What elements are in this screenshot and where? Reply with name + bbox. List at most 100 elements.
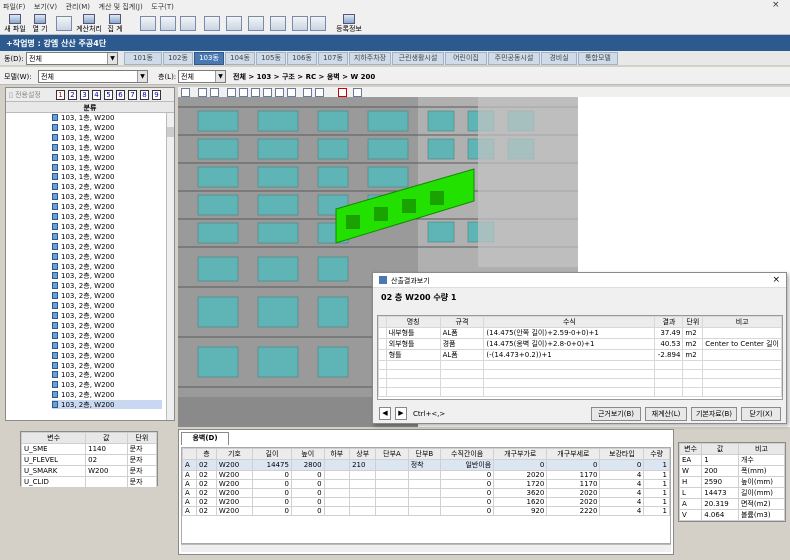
horizontal-scrollbar[interactable] — [181, 544, 671, 552]
table-row[interactable]: W 200 폭(mm) — [678, 465, 786, 477]
tree-item[interactable]: 103, 2층, W200 — [52, 390, 114, 400]
tab-wall[interactable]: 옹벽(D) — [181, 432, 229, 445]
table-row[interactable]: A 02 W200 14475 2800 210 정착 일반이음 0 0 0 1 — [182, 459, 670, 471]
view-icon-8[interactable] — [275, 88, 284, 97]
model-select[interactable]: 전체 ▼ — [38, 70, 148, 83]
table-row[interactable]: A 02 W200 0 0 0 920 2220 4 1 — [182, 506, 670, 516]
evidence-button[interactable]: 근거보기(B) — [591, 407, 641, 421]
filter-setting-button[interactable]: ▯ 전용설정 — [9, 90, 41, 100]
floor-select[interactable]: 전체 ▼ — [178, 70, 226, 83]
tab-building-4[interactable]: 105동 — [256, 52, 286, 65]
tab-building-6[interactable]: 107동 — [318, 52, 348, 65]
table-row[interactable]: U_SMARK W200 문자 — [20, 465, 158, 477]
open-button[interactable]: 열 기 — [30, 14, 50, 34]
view-icon-4[interactable] — [227, 88, 236, 97]
menu-view[interactable]: 보기(V) — [31, 0, 60, 14]
toolbar-icon-5[interactable] — [204, 16, 220, 31]
table-row[interactable]: 외부형틀 경품 (14.475(옹벽 길이)+2.8-0+0)+1 40.53 m2 Ce… — [378, 338, 782, 350]
filter-number-5[interactable]: 5 — [104, 90, 113, 100]
toolbar-icon-2[interactable] — [140, 16, 156, 31]
menu-file[interactable]: 파일(F) — [0, 0, 28, 14]
view-icon-9[interactable] — [287, 88, 296, 97]
tree-item[interactable]: 103, 1층, W200 — [52, 113, 114, 123]
view-icon-11[interactable] — [315, 88, 324, 97]
tree-scrollbar[interactable] — [166, 113, 174, 420]
tree-item[interactable]: 103, 2층, W200 — [52, 351, 114, 361]
table-row[interactable]: A 02 W200 0 0 0 1620 2020 4 1 — [182, 497, 670, 507]
cloud-icon[interactable] — [353, 88, 362, 97]
filter-number-8[interactable]: 8 — [140, 90, 149, 100]
close-button[interactable]: 닫기(X) — [741, 407, 781, 421]
tree-item[interactable]: 103, 2층, W200 — [52, 361, 114, 371]
menu-manage[interactable]: 관리(M) — [63, 0, 93, 14]
tree-item[interactable]: 103, 2층, W200 — [52, 192, 114, 202]
toolbar-icon-9[interactable] — [292, 16, 308, 31]
view-icon-10[interactable] — [303, 88, 312, 97]
tree-item[interactable]: 103, 2층, W200 — [52, 341, 114, 351]
tab-building-9[interactable]: 어린이집 — [445, 52, 487, 65]
tree-item[interactable]: 103, 1층, W200 — [52, 163, 114, 173]
tree-item[interactable]: 103, 2층, W200 — [52, 252, 114, 262]
table-row[interactable]: A 02 W200 0 0 0 1720 1170 4 1 — [182, 479, 670, 489]
table-row[interactable]: A 20.319 면적(m2) — [678, 498, 786, 510]
recalc-button[interactable]: 재계산(L) — [645, 407, 687, 421]
tree-item[interactable]: 103, 2층, W200 — [52, 212, 114, 222]
view-icon-7[interactable] — [263, 88, 272, 97]
next-icon[interactable]: ▶ — [395, 407, 407, 420]
table-row[interactable]: U_CLID 문자 — [20, 476, 158, 488]
total-button[interactable]: 집 계 — [104, 14, 126, 34]
table-row[interactable]: V 4.064 볼륨(m3) — [678, 509, 786, 521]
calc-button[interactable]: 계산처리 — [74, 14, 104, 34]
view-icon-2[interactable] — [198, 88, 207, 97]
tree-item[interactable]: 103, 2층, W200 — [52, 291, 114, 301]
tree-item[interactable]: 103, 2층, W200 — [52, 321, 114, 331]
filter-number-2[interactable]: 2 — [68, 90, 77, 100]
filter-number-7[interactable]: 7 — [128, 90, 137, 100]
table-row[interactable]: A 02 W200 0 0 0 3620 2020 4 1 — [182, 488, 670, 498]
tree-item[interactable]: 103, 1층, W200 — [52, 143, 114, 153]
toolbar-icon-10[interactable] — [310, 16, 326, 31]
tab-building-1[interactable]: 102동 — [163, 52, 193, 65]
table-row[interactable]: H 2590 높이(mm) — [678, 476, 786, 488]
register-button[interactable]: 등록정보 — [334, 14, 364, 34]
close-icon[interactable]: × — [772, 0, 780, 10]
toolbar-icon-4[interactable] — [180, 16, 196, 31]
tree-item[interactable]: 103, 2층, W200 — [52, 301, 114, 311]
menu-tools[interactable]: 도구(T) — [148, 0, 177, 14]
tree-item[interactable]: 103, 2층, W200 — [52, 232, 114, 242]
filter-number-3[interactable]: 3 — [80, 90, 89, 100]
tree-item[interactable]: 103, 1층, W200 — [52, 133, 114, 143]
prev-icon[interactable]: ◀ — [379, 407, 391, 420]
tree-item[interactable]: 103, 2층, W200 — [52, 242, 114, 252]
tree-item[interactable]: 103, 2층, W200 — [52, 271, 114, 281]
table-row[interactable]: L 14473 길이(mm) — [678, 487, 786, 499]
table-row[interactable]: 형틀 AL폼 (-(14.473+0.2))+1 -2.894 m2 — [378, 349, 782, 361]
toolbar-icon-7[interactable] — [248, 16, 264, 31]
tree-item[interactable]: 103, 2층, W200 — [52, 262, 114, 272]
tree-item[interactable]: 103, 2층, W200 — [52, 400, 162, 409]
tree-item[interactable]: 103, 2층, W200 — [52, 222, 114, 232]
tree-item[interactable]: 103, 1층, W200 — [52, 153, 114, 163]
view-icon-6[interactable] — [251, 88, 260, 97]
tree-item[interactable]: 103, 1층, W200 — [52, 123, 114, 133]
tab-building-5[interactable]: 106동 — [287, 52, 317, 65]
table-row[interactable]: A 02 W200 0 0 0 2020 1170 4 1 — [182, 470, 670, 480]
table-row[interactable]: U_FLEVEL 02 문자 — [20, 454, 158, 466]
tab-building-3[interactable]: 104동 — [225, 52, 255, 65]
view-icon-5[interactable] — [239, 88, 248, 97]
tab-building-10[interactable]: 주민공동시설 — [488, 52, 540, 65]
tree-item[interactable]: 103, 2층, W200 — [52, 281, 114, 291]
tab-building-7[interactable]: 지하주차장 — [349, 52, 391, 65]
new-file-button[interactable]: 새 파일 — [2, 14, 28, 34]
filter-number-9[interactable]: 9 — [152, 90, 161, 100]
toolbar-icon-6[interactable] — [226, 16, 242, 31]
filter-number-1[interactable]: 1 — [56, 90, 65, 100]
toolbar-icon-1[interactable] — [56, 16, 72, 31]
table-row[interactable]: 내부형틀 AL폼 (14.475(안쪽 길이)+2.59-0+0)+1 37.49 m2 — [378, 327, 782, 339]
tree-item[interactable]: 103, 2층, W200 — [52, 380, 114, 390]
tree-item[interactable]: 103, 2층, W200 — [52, 202, 114, 212]
base-data-button[interactable]: 기본자료(B) — [691, 407, 737, 421]
close-icon[interactable]: × — [772, 275, 780, 285]
list-icon[interactable] — [338, 88, 347, 97]
tree-item[interactable]: 103, 1층, W200 — [52, 172, 114, 182]
